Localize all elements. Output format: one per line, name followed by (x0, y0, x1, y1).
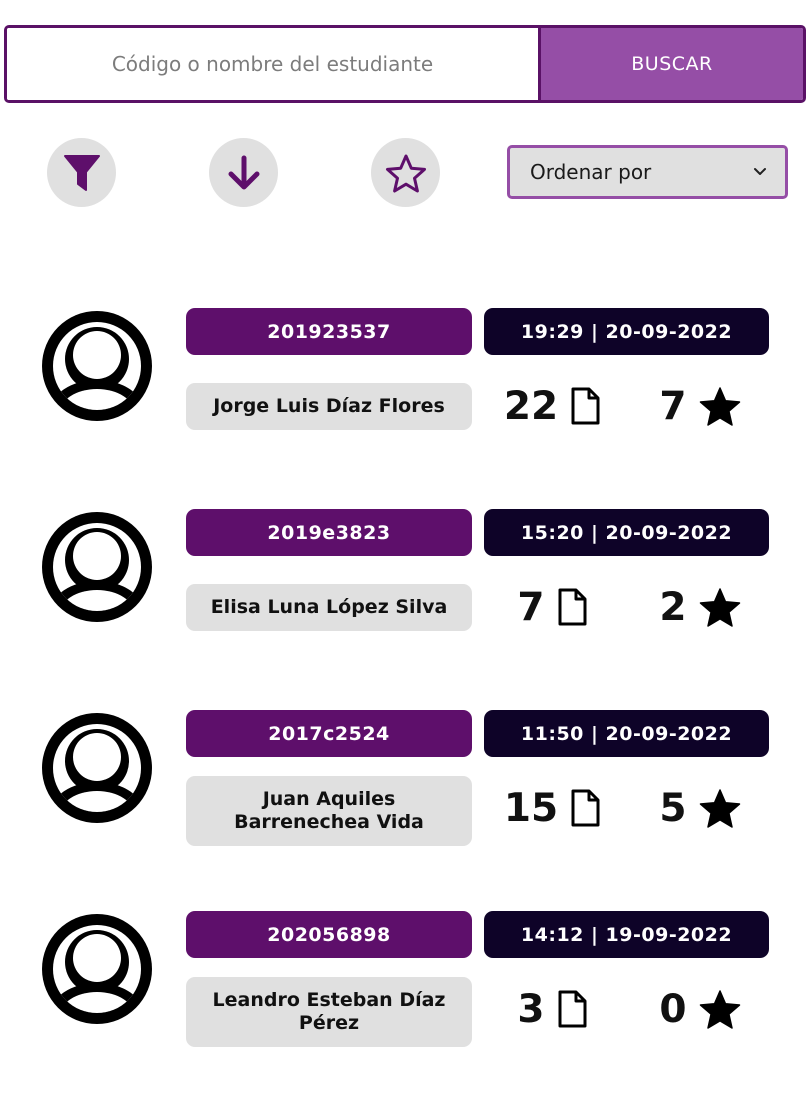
stars-count-stat: 0 (600, 983, 800, 1035)
search-bar: BUSCAR (4, 25, 806, 103)
stars-count: 5 (659, 785, 687, 831)
student-card[interactable]: 2017c2524 11:50 | 20-09-2022 Juan Aquile… (0, 710, 810, 850)
student-card[interactable]: 202056898 14:12 | 19-09-2022 Leandro Est… (0, 911, 810, 1051)
sort-select-label: Ordenar por (530, 160, 652, 184)
student-code: 202056898 (186, 911, 472, 958)
student-name: Jorge Luis Díaz Flores (186, 383, 472, 430)
user-avatar-icon (42, 311, 152, 421)
sort-select[interactable]: Ordenar por (507, 145, 788, 199)
stars-count-stat: 5 (600, 782, 800, 834)
file-icon (571, 789, 600, 827)
search-input[interactable] (7, 28, 538, 100)
files-count: 3 (517, 986, 545, 1032)
stars-count: 7 (659, 383, 687, 429)
student-code: 2017c2524 (186, 710, 472, 757)
arrow-down-icon (228, 155, 259, 189)
star-icon (699, 990, 740, 1029)
student-card[interactable]: 2019e3823 15:20 | 20-09-2022 Elisa Luna … (0, 509, 810, 649)
file-icon (558, 990, 587, 1028)
submission-datetime: 19:29 | 20-09-2022 (484, 308, 769, 355)
stars-count: 0 (659, 986, 687, 1032)
submission-datetime: 15:20 | 20-09-2022 (484, 509, 769, 556)
submission-datetime: 14:12 | 19-09-2022 (484, 911, 769, 958)
funnel-icon (63, 154, 100, 191)
filter-button[interactable] (47, 138, 116, 207)
favorites-button[interactable] (371, 138, 440, 207)
stars-count-stat: 7 (600, 380, 800, 432)
search-button[interactable]: BUSCAR (538, 28, 803, 100)
stars-count: 2 (659, 584, 687, 630)
stars-count-stat: 2 (600, 581, 800, 633)
star-icon (699, 387, 740, 426)
file-icon (558, 588, 587, 626)
user-avatar-icon (42, 713, 152, 823)
student-card[interactable]: 201923537 19:29 | 20-09-2022 Jorge Luis … (0, 308, 810, 448)
files-count: 15 (503, 785, 559, 831)
star-icon (699, 789, 740, 828)
chevron-down-icon (754, 168, 766, 175)
student-code: 201923537 (186, 308, 472, 355)
star-icon (699, 588, 740, 627)
file-icon (571, 387, 600, 425)
student-name: Elisa Luna López Silva (186, 584, 472, 631)
student-name: Juan Aquiles Barrenechea Vida (186, 776, 472, 846)
student-code: 2019e3823 (186, 509, 472, 556)
files-count: 7 (517, 584, 545, 630)
files-count: 22 (503, 383, 559, 429)
user-avatar-icon (42, 914, 152, 1024)
student-name: Leandro Esteban Díaz Pérez (186, 977, 472, 1047)
star-outline-icon (385, 154, 426, 192)
download-button[interactable] (209, 138, 278, 207)
submission-datetime: 11:50 | 20-09-2022 (484, 710, 769, 757)
user-avatar-icon (42, 512, 152, 622)
